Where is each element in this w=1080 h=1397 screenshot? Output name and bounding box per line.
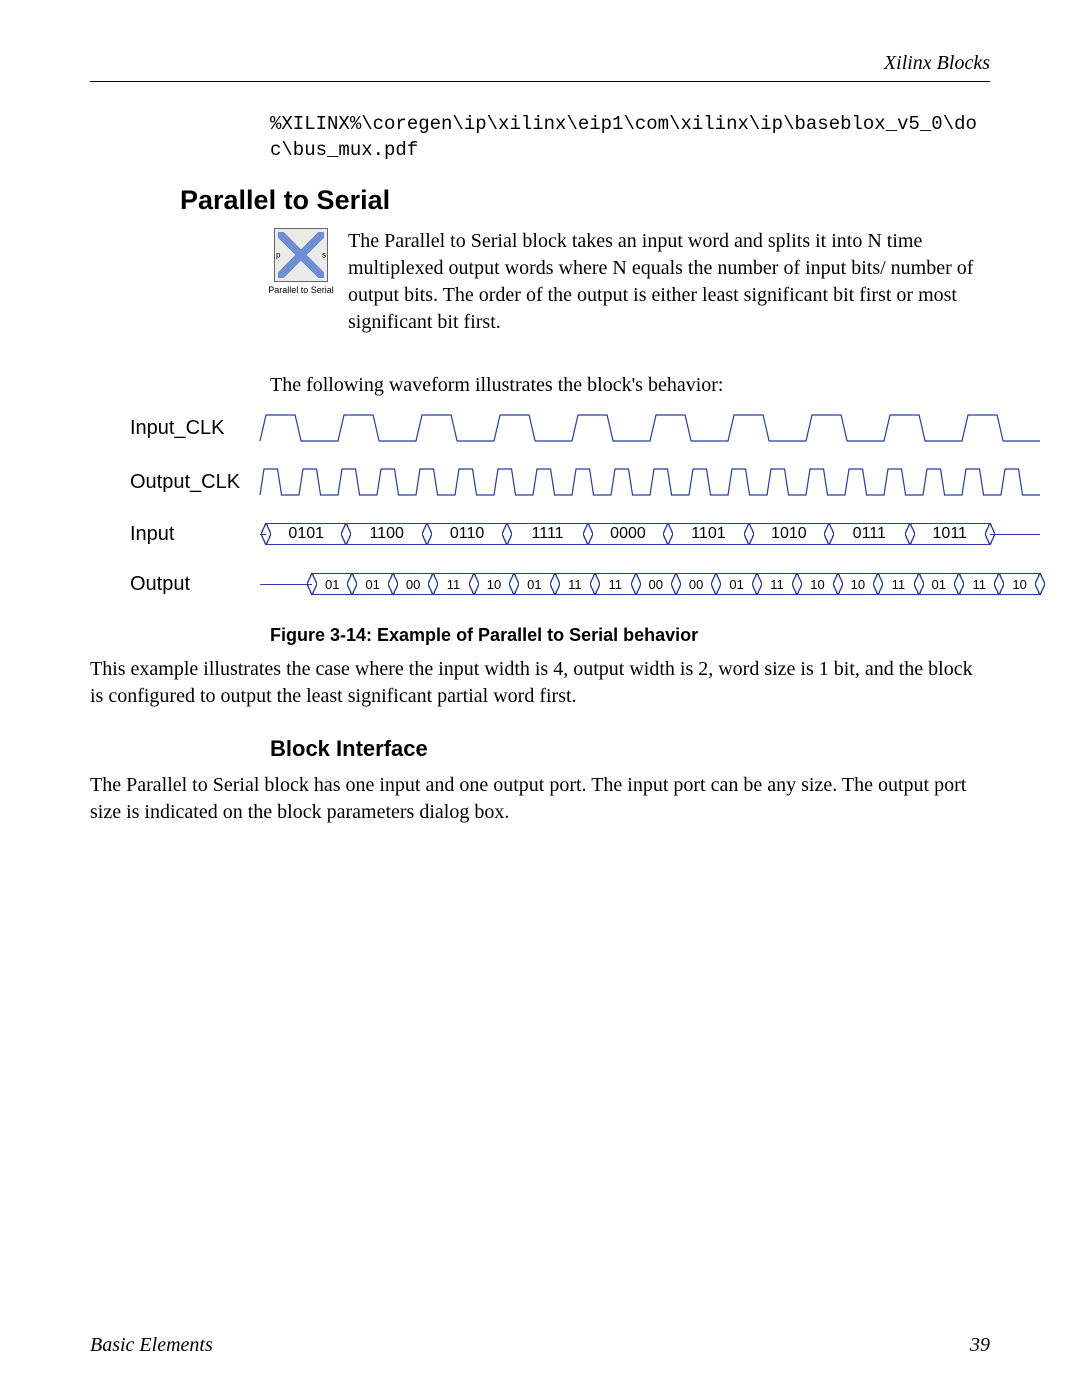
waveform-label-input-clk: Input_CLK — [130, 417, 260, 440]
waveform-diagram: Input_CLK Output_CLK Input 010111000110 — [130, 413, 1040, 597]
bus-cell: 00 — [393, 573, 433, 595]
running-head: Xilinx Blocks — [90, 52, 990, 75]
bus-cell: 1010 — [749, 523, 829, 545]
bus-cell: 0101 — [266, 523, 346, 545]
page-footer: Basic Elements 39 — [90, 1334, 990, 1357]
bus-cell: 1011 — [910, 523, 990, 545]
bus-cell: 01 — [312, 573, 352, 595]
footer-page-number: 39 — [970, 1334, 990, 1357]
bus-cell: 01 — [514, 573, 554, 595]
bus-cell: 11 — [878, 573, 918, 595]
figure-caption: Figure 3-14: Example of Parallel to Seri… — [270, 625, 990, 646]
page: Xilinx Blocks %XILINX%\coregen\ip\xilinx… — [0, 0, 1080, 1397]
file-path-line-1: %XILINX%\coregen\ip\xilinx\eip1\com\xili… — [270, 113, 977, 135]
clock-wave-icon — [260, 413, 1040, 443]
block-interface-body: The Parallel to Serial block has one inp… — [90, 772, 990, 826]
bus-cell: 11 — [959, 573, 999, 595]
block-icon-box: p s — [274, 228, 328, 282]
waveform-label-output: Output — [130, 573, 260, 596]
header-rule — [90, 81, 990, 82]
intro-row: p s Parallel to Serial The Parallel to S… — [270, 228, 990, 350]
waveform-bus-output: 010100111001111100000111101011011110 — [260, 571, 1040, 597]
bus-cell: 11 — [555, 573, 595, 595]
waveform-bus-input: 010111000110111100001101101001111011 — [260, 521, 1040, 547]
bus-cell: 1111 — [507, 523, 587, 545]
block-port-left: p — [276, 251, 280, 260]
bus-cell: 10 — [999, 573, 1039, 595]
waveform-row-input-clk: Input_CLK — [130, 413, 1040, 443]
bus-cell: 01 — [716, 573, 756, 595]
block-port-right: s — [322, 251, 326, 260]
bus-cell: 00 — [636, 573, 676, 595]
bus-cell: 0111 — [829, 523, 909, 545]
bus-cell: 1100 — [346, 523, 426, 545]
waveform-lead: The following waveform illustrates the b… — [270, 372, 990, 399]
xilinx-x-icon: p s — [278, 232, 324, 278]
section-title: Parallel to Serial — [180, 185, 990, 216]
subheading-block-interface: Block Interface — [270, 736, 990, 762]
bus-trail — [990, 534, 1040, 535]
file-path-line-2: c\bus_mux.pdf — [270, 139, 418, 161]
file-path: %XILINX%\coregen\ip\xilinx\eip1\com\xili… — [270, 112, 990, 163]
bus-cell: 11 — [757, 573, 797, 595]
waveform-row-input: Input 0101110001101111000011011010011110… — [130, 521, 1040, 547]
bus-cell: 11 — [433, 573, 473, 595]
bus-cell: 00 — [676, 573, 716, 595]
bus-cell: 01 — [919, 573, 959, 595]
bus-cell: 10 — [474, 573, 514, 595]
clock-wave-icon — [260, 467, 1040, 497]
waveform-label-input: Input — [130, 523, 260, 546]
bus-cell: 1101 — [668, 523, 748, 545]
block-icon: p s Parallel to Serial — [270, 228, 332, 295]
bus-cell: 10 — [838, 573, 878, 595]
bus-cell: 0000 — [588, 523, 668, 545]
figure-explain: This example illustrates the case where … — [90, 656, 990, 710]
intro-paragraph: The Parallel to Serial block takes an in… — [348, 228, 990, 336]
waveform-label-output-clk: Output_CLK — [130, 471, 260, 494]
bus-cell: 0110 — [427, 523, 507, 545]
block-icon-caption: Parallel to Serial — [268, 285, 334, 295]
bus-cell: 11 — [595, 573, 635, 595]
bus-lead — [260, 584, 312, 585]
waveform-signal-input-clk — [260, 413, 1040, 443]
footer-left: Basic Elements — [90, 1334, 213, 1357]
bus-cell: 01 — [352, 573, 392, 595]
waveform-row-output-clk: Output_CLK — [130, 467, 1040, 497]
waveform-signal-output-clk — [260, 467, 1040, 497]
waveform-row-output: Output 010100111001111100000111101011011… — [130, 571, 1040, 597]
bus-cell: 10 — [797, 573, 837, 595]
